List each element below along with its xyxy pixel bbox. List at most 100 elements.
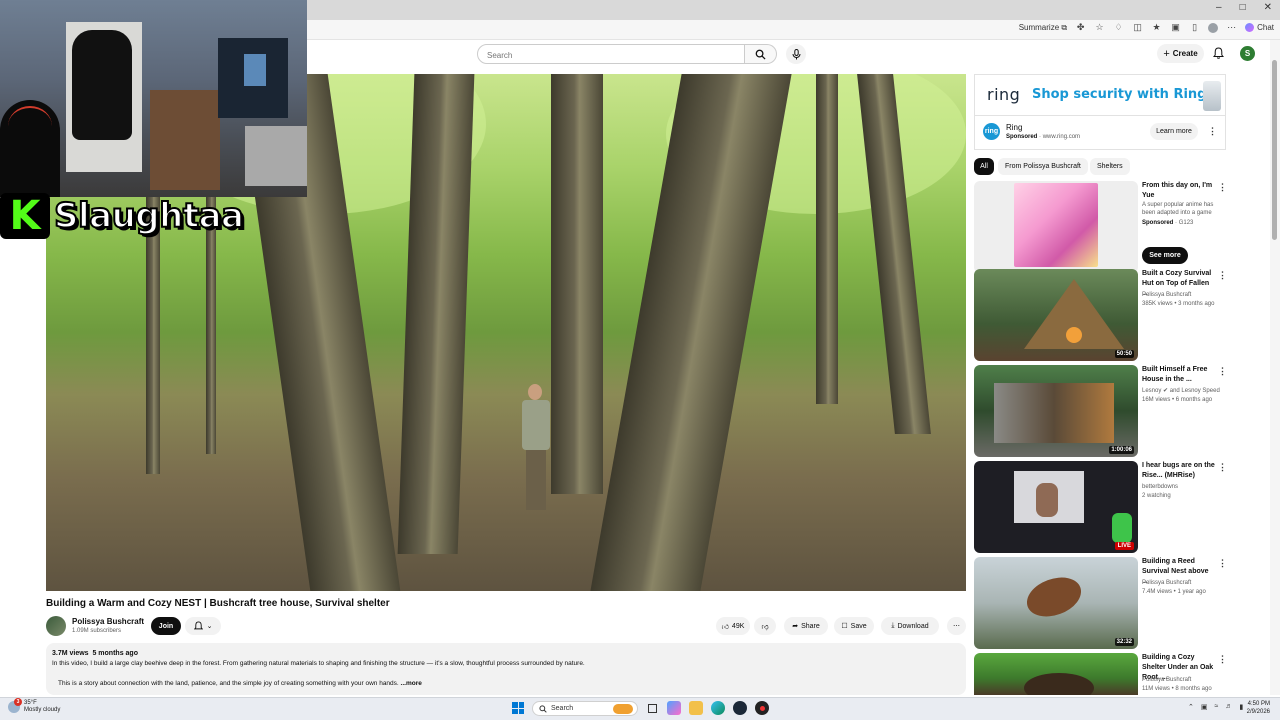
description-box[interactable]: [46, 643, 966, 695]
rec-channel[interactable]: Lesnoy ✔ and Lesnoy Speed: [1142, 387, 1222, 395]
taskbar-search[interactable]: Search: [532, 701, 638, 716]
user-avatar[interactable]: S: [1240, 46, 1255, 61]
volume-icon[interactable]: ♬: [1225, 703, 1232, 711]
kick-logo-icon: K: [0, 193, 50, 239]
channel-avatar[interactable]: [46, 616, 66, 636]
wifi-icon[interactable]: ≈: [1215, 703, 1219, 711]
rec-title[interactable]: From this day on, I'm Yue: [1142, 181, 1216, 201]
app-icon[interactable]: [755, 701, 769, 715]
maximize-icon[interactable]: □: [1240, 2, 1246, 13]
rec-channel[interactable]: Polissya Bushcraft: [1142, 291, 1222, 299]
screen: – □ ✕ Summarize ⧉ ✤ ☆ ♢ ◫ ★ ▣ ▯ ⋯ Chat +…: [0, 0, 1280, 720]
favorites-icon[interactable]: ★: [1151, 22, 1162, 33]
summarize-button[interactable]: Summarize ⧉: [1019, 23, 1067, 33]
scrollbar-thumb[interactable]: [1272, 60, 1277, 240]
rec-menu-icon[interactable]: ⋮: [1218, 463, 1227, 472]
chip-from-polissya[interactable]: From Polissya Bushcraft: [998, 158, 1088, 175]
join-button[interactable]: Join: [151, 617, 181, 635]
rec-thumbnail[interactable]: 50:50: [974, 269, 1138, 361]
rec-channel[interactable]: betterbdowns: [1142, 483, 1222, 491]
more-actions-button[interactable]: ⋯: [947, 617, 966, 635]
ad-headline: Shop security with Ring: [1032, 87, 1207, 102]
rec-thumbnail[interactable]: [974, 181, 1138, 273]
rec-channel[interactable]: Polissya Bushcraft: [1142, 579, 1222, 587]
split-screen-icon[interactable]: ◫: [1132, 22, 1143, 33]
rec-meta: 11M views • 8 months ago: [1142, 686, 1212, 692]
channel-name[interactable]: Polissya Bushcraft: [72, 617, 144, 626]
search-highlight-icon: [613, 703, 633, 714]
windows-start-icon[interactable]: [512, 702, 524, 714]
download-icon: ⤓: [891, 622, 895, 629]
rec-title[interactable]: Built Himself a Free House in the ...: [1142, 365, 1216, 385]
rec-thumbnail[interactable]: 1:00:06: [974, 365, 1138, 457]
page-scrollbar[interactable]: [1270, 40, 1280, 695]
rec-menu-icon[interactable]: ⋮: [1218, 367, 1227, 376]
rec-meta: 16M views • 6 months ago: [1142, 397, 1213, 403]
thumbs-down-icon: 👎︎: [761, 623, 769, 631]
like-button[interactable]: 👍︎ 49K: [716, 617, 750, 635]
notifications-button[interactable]: [1211, 46, 1225, 60]
video-duration: 32:32: [1114, 638, 1134, 646]
bell-icon: [193, 621, 203, 630]
rec-menu-icon[interactable]: ⋮: [1218, 271, 1227, 280]
stone-house: [994, 383, 1114, 443]
rec-title[interactable]: I hear bugs are on the Rise... (MHRise): [1142, 461, 1216, 481]
chip-all[interactable]: All: [974, 158, 994, 175]
ad-sponsored-line: Sponsored · www.ring.com: [1006, 134, 1081, 140]
voice-search-button[interactable]: [786, 44, 806, 64]
tree-trunk: [816, 74, 838, 404]
more-horizontal-icon: ⋯: [953, 623, 960, 630]
dislike-button[interactable]: 👎︎: [754, 617, 776, 635]
rec-menu-icon[interactable]: ⋮: [1218, 183, 1227, 192]
see-more-button[interactable]: See more: [1142, 247, 1188, 264]
rec-thumbnail[interactable]: [974, 653, 1138, 695]
profile-avatar[interactable]: [1208, 22, 1219, 33]
favorite-star-icon[interactable]: ☆: [1094, 22, 1105, 33]
edge-browser-icon[interactable]: [711, 701, 725, 715]
ad-banner[interactable]: ring Shop security with Ring: [974, 74, 1226, 116]
reading-view-icon[interactable]: ✤: [1075, 22, 1086, 33]
microphone-icon: [792, 48, 800, 59]
live-badge: LIVE: [1114, 542, 1134, 550]
rec-menu-icon[interactable]: ⋮: [1218, 559, 1227, 568]
chip-shelters[interactable]: Shelters: [1090, 158, 1130, 175]
rec-menu-icon[interactable]: ⋮: [1218, 655, 1227, 664]
close-icon[interactable]: ✕: [1264, 2, 1272, 13]
learn-more-button[interactable]: Learn more: [1150, 123, 1198, 140]
app-tray-icon[interactable]: ▣: [1201, 703, 1208, 711]
rec-description: A super popular anime has been adapted i…: [1142, 202, 1214, 216]
download-button[interactable]: ⤓ Download: [881, 617, 939, 635]
search-bar[interactable]: [477, 44, 745, 65]
share-button[interactable]: ➦ Share: [784, 617, 828, 635]
copilot-app-icon[interactable]: [667, 701, 681, 715]
minimize-icon[interactable]: –: [1216, 2, 1222, 13]
taskbar-clock[interactable]: 4:50 PM 2/9/2026: [1242, 700, 1270, 716]
rec-channel[interactable]: Polissya Bushcraft: [1142, 676, 1222, 684]
weather-widget[interactable]: 3 35°F Mostly cloudy: [8, 698, 60, 714]
video-meta: 3.7M views 5 months ago: [52, 650, 138, 657]
save-button[interactable]: ☐ Save: [834, 617, 874, 635]
copilot-chat-button[interactable]: Chat: [1245, 23, 1274, 32]
chevron-up-icon[interactable]: ⌃: [1188, 703, 1194, 711]
file-explorer-icon[interactable]: [689, 701, 703, 715]
share-icon: ➦: [792, 623, 799, 630]
video-duration: 1:00:06: [1109, 446, 1134, 454]
webcam-tv-glow: [244, 54, 266, 86]
more-menu-icon[interactable]: ⋯: [1226, 22, 1237, 33]
ad-menu-icon[interactable]: ⋮: [1208, 127, 1217, 136]
streamer-overlay: K Slaughtaa: [0, 191, 245, 241]
create-button[interactable]: + Create: [1157, 44, 1204, 63]
steam-icon[interactable]: [733, 701, 747, 715]
game-character: [1036, 483, 1058, 517]
show-more-link[interactable]: ...more: [401, 680, 422, 687]
extensions-puzzle-icon[interactable]: ▯: [1189, 22, 1200, 33]
task-view-icon[interactable]: [645, 701, 659, 715]
search-button[interactable]: [745, 44, 777, 64]
collections-icon[interactable]: ▣: [1170, 22, 1181, 33]
extensions-icon[interactable]: ♢: [1113, 22, 1124, 33]
search-input[interactable]: [478, 46, 718, 65]
subscription-bell-button[interactable]: ⌄: [185, 617, 221, 635]
rec-thumbnail[interactable]: 32:32: [974, 557, 1138, 649]
windows-taskbar: [0, 697, 1280, 720]
rec-thumbnail[interactable]: LIVE: [974, 461, 1138, 553]
